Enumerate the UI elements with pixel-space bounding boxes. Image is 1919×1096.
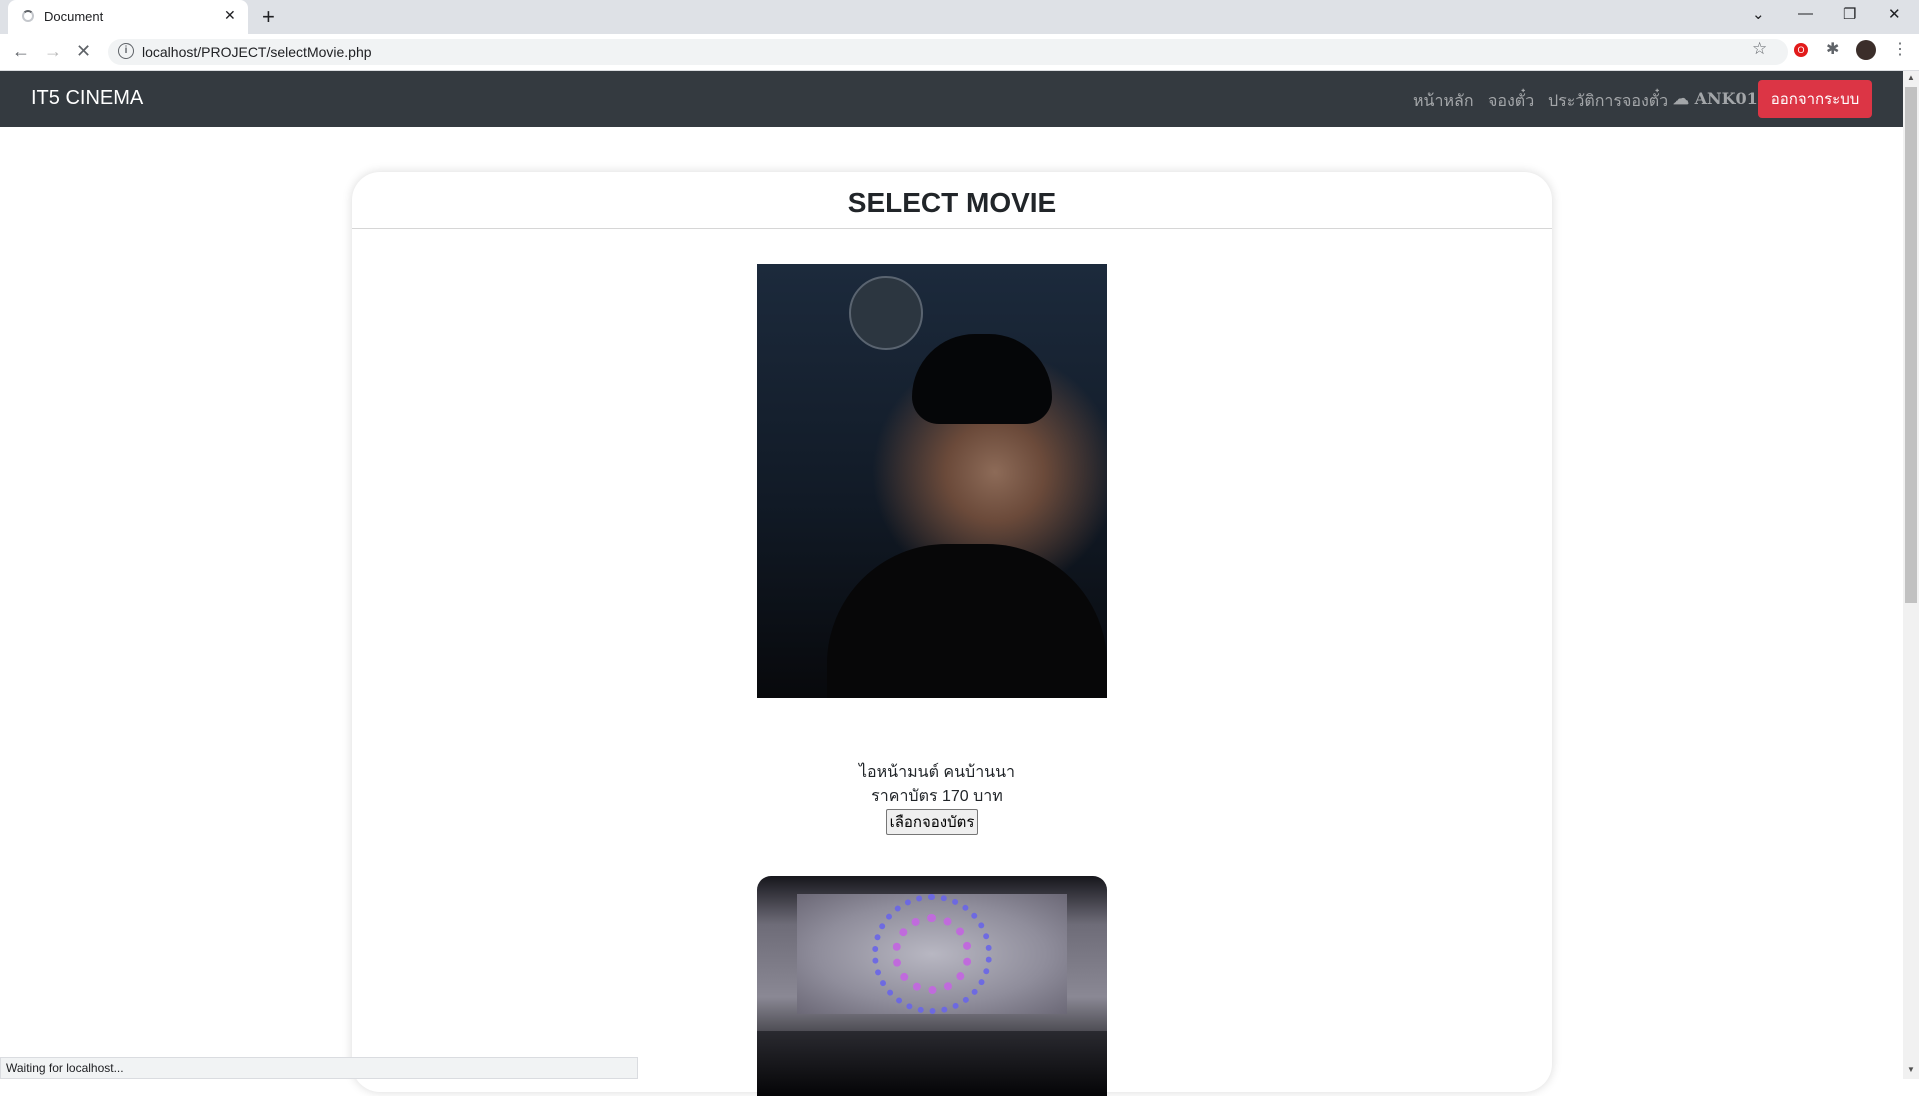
page-scrollbar[interactable]: ▲ ▼ — [1903, 71, 1919, 1079]
scroll-up-arrow-icon[interactable]: ▲ — [1907, 73, 1915, 82]
browser-tab-strip: Document ✕ + ⌄ — ❐ ✕ — [0, 0, 1919, 34]
extensions-puzzle-icon[interactable]: ✱ — [1826, 39, 1839, 59]
close-window-button[interactable]: ✕ — [1888, 5, 1901, 23]
select-booking-button[interactable]: เลือกจองบัตร — [886, 809, 978, 835]
restore-button[interactable]: ❐ — [1843, 5, 1856, 23]
movie-title: ไอหน้ามนต์ คนบ้านนา — [858, 764, 1016, 781]
browser-toolbar: ← → ✕ i localhost/PROJECT/selectMovie.ph… — [0, 34, 1919, 71]
browser-menu-icon[interactable]: ⋮ — [1892, 39, 1908, 59]
nav-link-history[interactable]: ประวัติการจองตั๋ว — [1548, 89, 1668, 114]
close-tab-icon[interactable]: ✕ — [224, 7, 236, 24]
movie-poster — [757, 264, 1107, 698]
bookmark-star-icon[interactable]: ☆ — [1752, 39, 1767, 59]
page-title: SELECT MOVIE — [847, 187, 1057, 218]
forward-button[interactable]: → — [44, 41, 62, 62]
username: ANK01 — [1694, 89, 1758, 108]
profile-avatar[interactable] — [1856, 40, 1876, 60]
new-tab-button[interactable]: + — [262, 4, 275, 30]
tab-search-icon[interactable]: ⌄ — [1752, 5, 1765, 23]
browser-tab[interactable]: Document ✕ — [8, 0, 248, 34]
extension-icon[interactable]: O — [1794, 43, 1808, 57]
movie-card: SELECT MOVIE ไอหน้ามนต์ คนบ้านนา ราคาบัต… — [352, 172, 1552, 1096]
site-info-icon[interactable]: i — [118, 43, 134, 59]
poster-body-shape — [827, 544, 1107, 698]
tab-title: Document — [44, 9, 104, 24]
poster-seats-shape — [757, 1031, 1107, 1096]
loading-spinner-icon — [22, 10, 34, 22]
movie-price: ราคาบัตร 170 บาท — [871, 788, 1003, 805]
poster-ring-inner — [892, 914, 972, 994]
nav-link-booking[interactable]: จองตั๋ว — [1488, 89, 1534, 114]
minimize-button[interactable]: — — [1798, 5, 1813, 22]
poster-fan-shape — [849, 276, 923, 350]
card-header: SELECT MOVIE — [352, 172, 1552, 229]
users-icon: ☁ — [1673, 89, 1695, 108]
stop-loading-button[interactable]: ✕ — [76, 41, 91, 62]
movie-poster-2 — [757, 876, 1107, 1096]
scroll-down-arrow-icon[interactable]: ▼ — [1907, 1065, 1915, 1074]
site-navbar: IT5 CINEMA หน้าหลัก จองตั๋ว ประวัติการจอ… — [0, 71, 1903, 127]
address-bar[interactable]: i localhost/PROJECT/selectMovie.php — [108, 39, 1788, 65]
logout-button[interactable]: ออกจากระบบ — [1758, 80, 1872, 118]
brand-logo[interactable]: IT5 CINEMA — [31, 87, 143, 110]
url-text[interactable]: localhost/PROJECT/selectMovie.php — [142, 44, 372, 60]
poster-screen-shape — [797, 894, 1067, 1014]
back-button[interactable]: ← — [12, 41, 30, 62]
poster-hair-shape — [912, 334, 1052, 424]
status-bubble: Waiting for localhost... — [0, 1057, 638, 1079]
nav-link-home[interactable]: หน้าหลัก — [1413, 89, 1474, 114]
scroll-thumb[interactable] — [1905, 87, 1917, 603]
user-menu[interactable]: ☁ ANK01 — [1673, 89, 1758, 108]
